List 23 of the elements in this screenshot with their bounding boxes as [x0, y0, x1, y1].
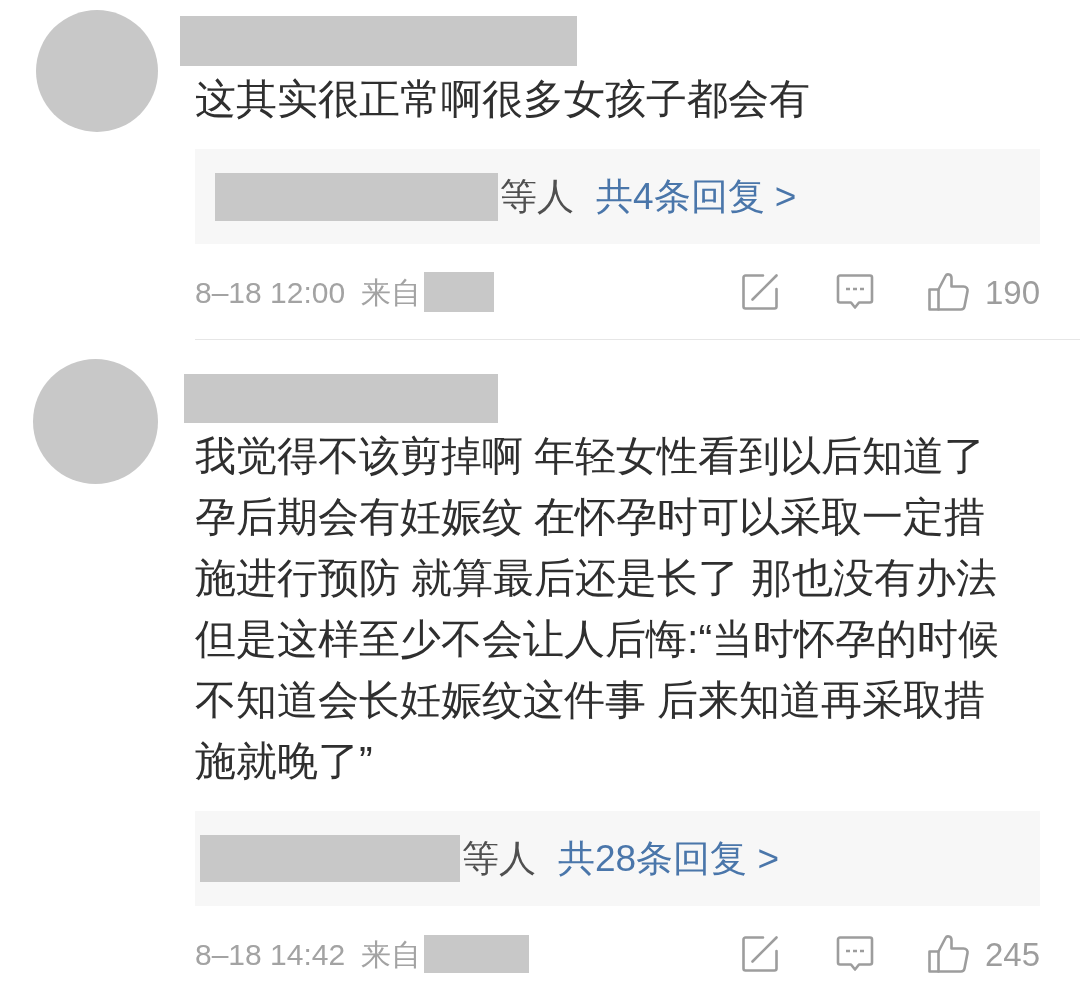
share-button[interactable]	[740, 273, 779, 311]
like-button[interactable]: 245	[926, 934, 1040, 974]
comment-icon	[835, 273, 874, 311]
comment-button[interactable]	[835, 935, 874, 973]
comment-icon	[835, 935, 874, 973]
thumbs-up-icon	[926, 272, 971, 312]
view-replies-link[interactable]: 共28条回复 >	[558, 830, 780, 887]
share-icon	[740, 273, 779, 311]
comment-text: 我觉得不该剪掉啊 年轻女性看到以后知道了孕后期会有妊娠纹 在怀孕时可以采取一定措施进行预防 就算最后还是长了 那也没有办法但是这样至少不会让人后悔:“当时怀孕的时候不知道会长妊娠纹这件事 后来知道再采取措施就晚了”	[195, 432, 1001, 786]
reply-suffix-text: 等人	[500, 174, 574, 219]
comment-text: 这其实很正常啊很多女孩子都会有	[195, 75, 811, 124]
source-label: 来自	[361, 936, 422, 973]
redaction-bar	[424, 272, 495, 312]
source-label: 来自	[361, 274, 422, 311]
thumbs-up-icon	[926, 934, 971, 974]
like-button[interactable]: 190	[926, 272, 1040, 312]
reply-suffix-text: 等人	[462, 836, 536, 881]
share-icon	[740, 935, 779, 973]
share-button[interactable]	[740, 935, 779, 973]
view-replies-link[interactable]: 共4条回复 >	[596, 168, 797, 225]
timestamp: 8–18 14:42	[195, 936, 346, 973]
timestamp: 8–18 12:00	[195, 274, 346, 311]
comment-button[interactable]	[835, 273, 874, 311]
